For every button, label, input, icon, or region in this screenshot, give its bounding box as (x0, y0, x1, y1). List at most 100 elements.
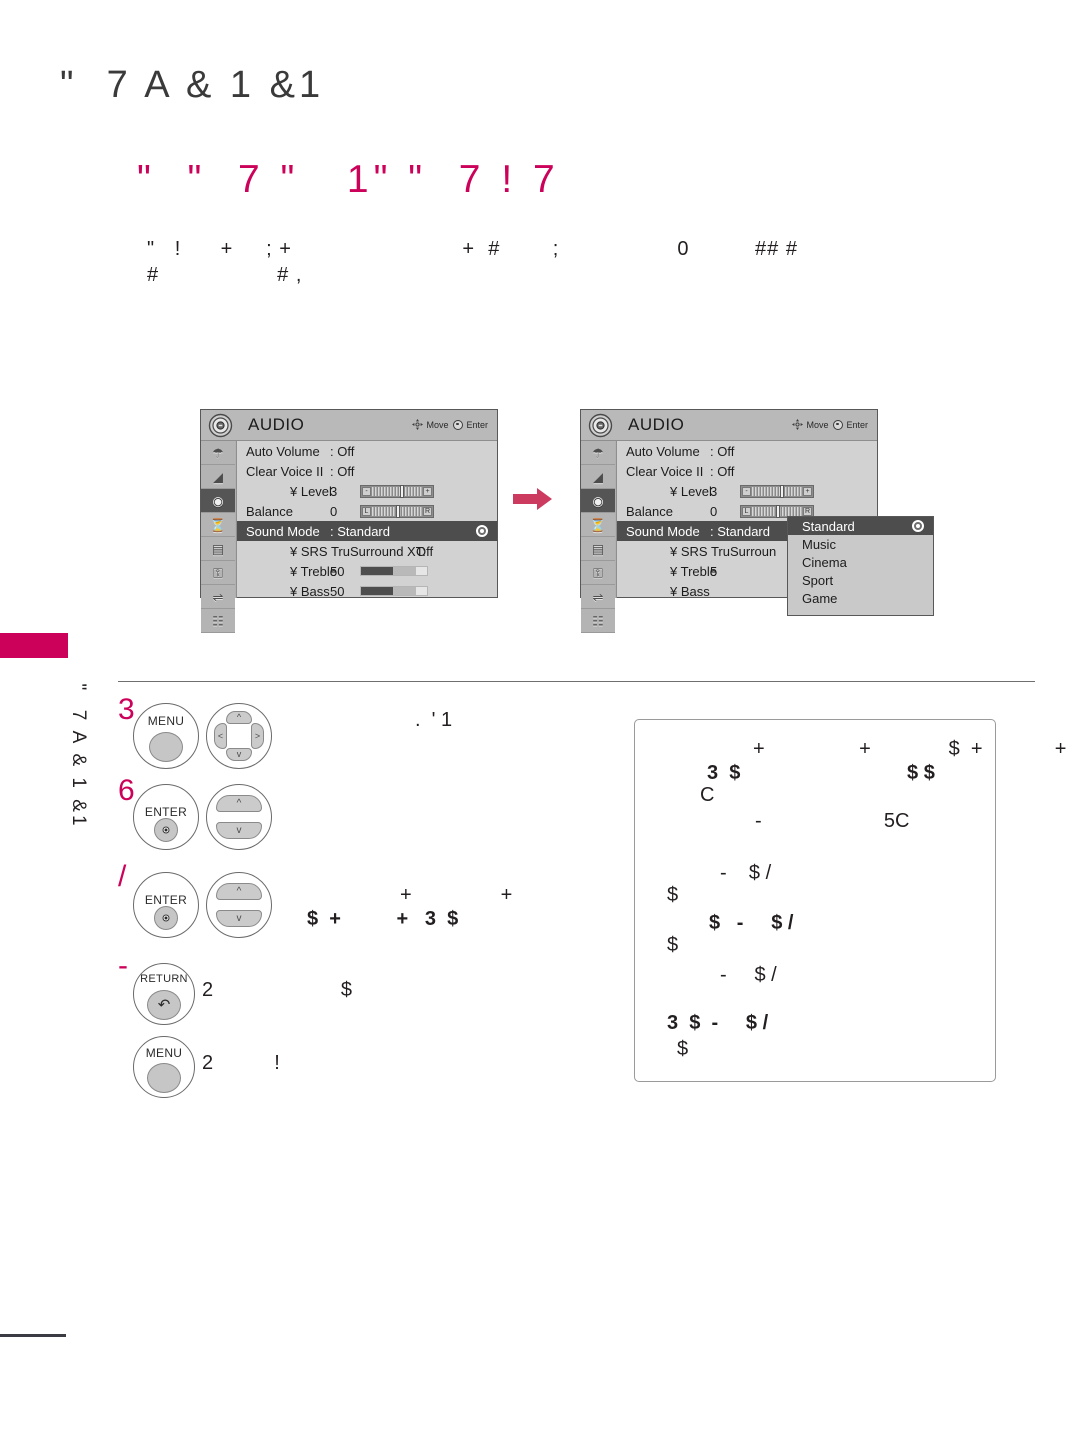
dropdown-item-music[interactable]: Music (788, 535, 933, 553)
sidebar-icon-input[interactable]: ⇌ (201, 585, 235, 609)
osd-row-clear-voice[interactable]: Clear Voice II : Off (617, 461, 877, 481)
updown-button-3[interactable]: ^ v (206, 872, 272, 938)
note-box: + + $ + + 3 $ $ $ C - 5C - $ / $ $ - $ /… (634, 719, 1066, 1082)
balance-right-cap[interactable]: R (803, 506, 812, 516)
osd-row-bass[interactable]: ¥ Bass 50 (237, 581, 497, 601)
row-number: 3 (330, 483, 338, 499)
content-divider (118, 681, 1035, 682)
menu-button-5[interactable]: MENU (133, 1036, 195, 1098)
sidebar-icon-screen[interactable]: ◢ (201, 465, 235, 489)
slider-track[interactable] (752, 504, 802, 518)
bar-mid (392, 567, 417, 575)
sidebar-icon-picture[interactable]: ☂ (581, 441, 615, 465)
dropdown-item-sport[interactable]: Sport (788, 571, 933, 589)
osd-hint-right: Move Enter (792, 419, 868, 430)
slider-plus-cap[interactable]: + (423, 486, 432, 496)
note-line-5: - $ / (720, 862, 772, 884)
row-sublabel: ¥ SRS TruSurround XT: (290, 543, 426, 559)
sidebar-icon-audio[interactable]: ◉ (201, 489, 235, 513)
dpad-up-icon[interactable]: ^ (226, 711, 252, 724)
sidebar-icon-time[interactable]: ⏳ (581, 513, 615, 537)
sidebar-icon-screen[interactable]: ◢ (581, 465, 615, 489)
row-sublabel: ¥ Level (670, 483, 712, 499)
level-slider[interactable]: - + (740, 484, 814, 498)
level-slider[interactable]: - + (360, 484, 434, 498)
osd-row-balance[interactable]: Balance 0 L R (237, 501, 497, 521)
osd-row-level[interactable]: ¥ Level 3 - + (237, 481, 497, 501)
enter-button-3[interactable]: ENTER (133, 872, 199, 938)
osd-row-srs-trusurround[interactable]: ¥ SRS TruSurround XT: Off (237, 541, 497, 561)
radio-selected-icon (912, 520, 924, 532)
dpad-down-icon[interactable]: v (226, 748, 252, 761)
sidebar-icon-input[interactable]: ⇌ (581, 585, 615, 609)
row-value: : Standard (710, 523, 770, 539)
osd-row-auto-volume[interactable]: Auto Volume : Off (617, 441, 877, 461)
sidebar-icon-option[interactable]: ▤ (581, 537, 615, 561)
updown-down-icon[interactable]: v (216, 822, 262, 839)
row-label: Sound Mode (246, 523, 320, 539)
step-row-1: 3 MENU ^ v < > . ' 1 (118, 695, 538, 773)
step-row-5: MENU 2 ! (118, 1028, 538, 1102)
dpad-button-1[interactable]: ^ v < > (206, 703, 272, 769)
row-sublabel: ¥ Treble (670, 563, 717, 579)
osd-hint-move-label: Move (426, 419, 449, 430)
updown-button-2[interactable]: ^ v (206, 784, 272, 850)
sidebar-icon-usb[interactable]: ☷ (581, 609, 615, 633)
sidebar-icon-lock[interactable]: ⚿ (581, 561, 615, 585)
dropdown-item-game[interactable]: Game (788, 589, 933, 607)
sidebar-icon-picture[interactable]: ☂ (201, 441, 235, 465)
menu-button-1[interactable]: MENU (133, 703, 199, 769)
osd-row-level[interactable]: ¥ Level 3 - + (617, 481, 877, 501)
slider-track[interactable] (372, 504, 422, 518)
sidebar-icon-audio[interactable]: ◉ (581, 489, 615, 513)
slider-knob[interactable] (396, 504, 400, 518)
enter-button-cap[interactable] (154, 906, 178, 930)
osd-row-treble[interactable]: ¥ Treble 50 (237, 561, 497, 581)
sidebar-icon-usb[interactable]: ☷ (201, 609, 235, 633)
osd-row-clear-voice[interactable]: Clear Voice II : Off (237, 461, 497, 481)
slider-minus-cap[interactable]: - (742, 486, 751, 496)
slider-knob[interactable] (779, 484, 784, 498)
dpad-left-icon[interactable]: < (214, 723, 227, 749)
row-sublabel: ¥ Bass (290, 583, 330, 599)
balance-left-cap[interactable]: L (362, 506, 371, 516)
updown-up-icon[interactable]: ^ (216, 883, 262, 900)
dropdown-item-cinema[interactable]: Cinema (788, 553, 933, 571)
menu-button-label: MENU (147, 714, 185, 728)
osd-row-auto-volume[interactable]: Auto Volume : Off (237, 441, 497, 461)
row-sublabel: ¥ SRS TruSurroun (670, 543, 777, 559)
enter-button-cap[interactable] (154, 818, 178, 842)
balance-left-cap[interactable]: L (742, 506, 751, 516)
slider-track[interactable] (752, 484, 802, 498)
sidebar-icon-lock[interactable]: ⚿ (201, 561, 235, 585)
balance-right-cap[interactable]: R (423, 506, 432, 516)
slider-plus-cap[interactable]: + (803, 486, 812, 496)
osd-title-left: AUDIO (248, 415, 305, 434)
enter-button-2[interactable]: ENTER (133, 784, 199, 850)
slider-track[interactable] (372, 484, 422, 498)
sidebar-icon-option[interactable]: ▤ (201, 537, 235, 561)
slider-knob[interactable] (776, 504, 780, 518)
menu-button-cap[interactable] (149, 732, 183, 762)
updown-down-icon[interactable]: v (216, 910, 262, 927)
return-button-cap[interactable]: ↶ (147, 990, 181, 1020)
osd-side-icon-column-right: ☂ ◢ ◉ ⏳ ▤ ⚿ ⇌ ☷ (581, 441, 617, 633)
sidebar-icon-time[interactable]: ⏳ (201, 513, 235, 537)
menu-button-cap[interactable] (147, 1063, 181, 1093)
balance-slider[interactable]: L R (360, 504, 434, 518)
dropdown-item-standard[interactable]: Standard (788, 517, 933, 535)
osd-row-sound-mode[interactable]: Sound Mode : Standard (237, 521, 497, 541)
osd-rows-left: Auto Volume : Off Clear Voice II : Off ¥… (237, 441, 497, 601)
row-sublabel: ¥ Treble (290, 563, 337, 579)
flow-arrow-icon (513, 486, 553, 512)
treble-bar[interactable] (360, 566, 428, 576)
slider-minus-cap[interactable]: - (362, 486, 371, 496)
dpad-right-icon[interactable]: > (251, 723, 264, 749)
sound-mode-dropdown[interactable]: Standard Music Cinema Sport Game (787, 516, 934, 616)
return-button[interactable]: RETURN ↶ (133, 963, 195, 1025)
row-label: Auto Volume (246, 443, 320, 459)
slider-knob[interactable] (399, 484, 404, 498)
note-line-8: $ (667, 934, 679, 956)
bass-bar[interactable] (360, 586, 428, 596)
updown-up-icon[interactable]: ^ (216, 795, 262, 812)
